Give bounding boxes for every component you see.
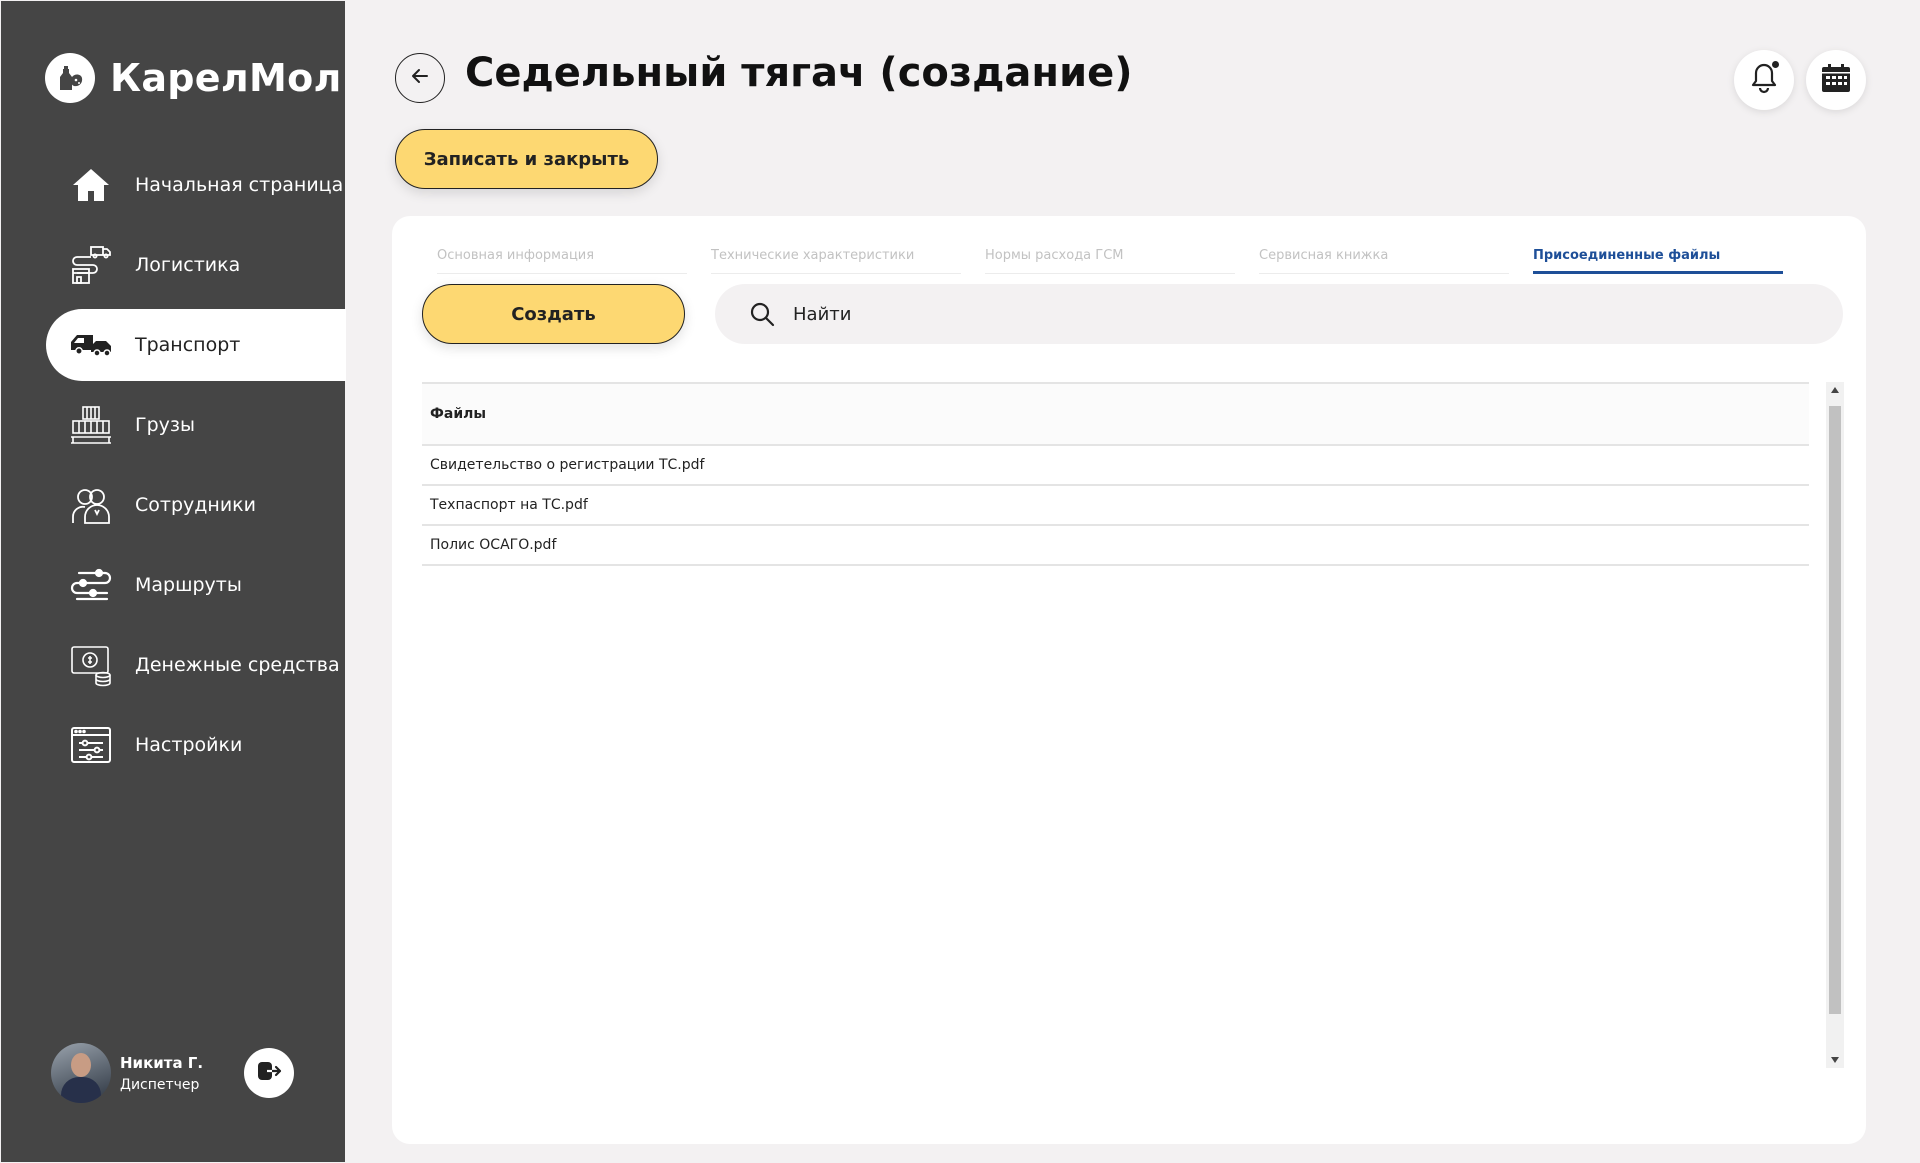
logout-icon (256, 1058, 282, 1088)
sidebar-item-label: Логистика (135, 254, 241, 276)
scroll-down-arrow-icon[interactable] (1826, 1052, 1844, 1068)
notification-dot (1772, 61, 1779, 68)
sidebar-item-label: Маршруты (135, 574, 242, 596)
vertical-scrollbar[interactable] (1826, 382, 1844, 1068)
sidebar-item-money[interactable]: Денежные средства (46, 629, 346, 701)
sidebar-item-label: Настройки (135, 734, 243, 756)
cargo-icon (68, 402, 114, 448)
table-row[interactable]: Свидетельство о регистрации ТС.pdf (422, 446, 1809, 486)
calendar-icon (1820, 62, 1852, 98)
back-button[interactable] (395, 53, 445, 103)
avatar (51, 1043, 111, 1103)
table-row[interactable]: Полис ОСАГО.pdf (422, 526, 1809, 566)
sidebar-item-label: Денежные средства (135, 654, 340, 676)
save-and-close-button[interactable]: Записать и закрыть (395, 129, 658, 189)
notifications-button[interactable] (1734, 50, 1794, 110)
table-row[interactable]: Техпаспорт на ТС.pdf (422, 486, 1809, 526)
sidebar-item-label: Начальная страница (135, 174, 344, 196)
search-input[interactable] (793, 303, 1693, 325)
sidebar-item-label: Сотрудники (135, 494, 256, 516)
tab-service-book[interactable]: Сервисная книжка (1259, 232, 1509, 274)
table-header-files[interactable]: Файлы (422, 382, 1809, 446)
scroll-up-arrow-icon[interactable] (1826, 382, 1844, 398)
sidebar-item-employees[interactable]: Сотрудники (46, 469, 346, 541)
transport-icon (68, 322, 114, 368)
sidebar-item-logistics[interactable]: Логистика (46, 229, 346, 301)
sidebar-item-routes[interactable]: Маршруты (46, 549, 346, 621)
sidebar-item-cargo[interactable]: Грузы (46, 389, 346, 461)
user-role: Диспетчер (120, 1076, 200, 1093)
search-bar (715, 284, 1843, 344)
sidebar-item-settings[interactable]: Настройки (46, 709, 346, 781)
sidebar-item-label: Транспорт (135, 334, 241, 356)
logistics-icon (68, 242, 114, 288)
calendar-button[interactable] (1806, 50, 1866, 110)
tab-main-info[interactable]: Основная информация (437, 232, 687, 274)
employees-icon (68, 482, 114, 528)
logout-button[interactable] (244, 1048, 294, 1098)
tab-fuel-norms[interactable]: Нормы расхода ГСМ (985, 232, 1235, 274)
content-card: Основная информация Технические характер… (392, 216, 1866, 1144)
tabs: Основная информация Технические характер… (437, 232, 1837, 274)
tab-attached-files[interactable]: Присоединенные файлы (1533, 232, 1783, 274)
home-icon (68, 162, 114, 208)
money-icon (68, 642, 114, 688)
brand-logo[interactable]: КарелМол (45, 53, 342, 103)
routes-icon (68, 562, 114, 608)
arrow-left-icon (409, 65, 431, 91)
create-button[interactable]: Создать (422, 284, 685, 344)
brand-name: КарелМол (110, 56, 342, 100)
user-profile[interactable]: Никита Г. Диспетчер (51, 1043, 203, 1103)
page-title: Седельный тягач (создание) (465, 50, 1133, 96)
user-info: Никита Г. Диспетчер (120, 1054, 203, 1093)
search-icon[interactable] (749, 300, 777, 328)
sidebar-item-label: Грузы (135, 414, 195, 436)
sidebar-item-home[interactable]: Начальная страница (46, 149, 346, 221)
tab-technical-specs[interactable]: Технические характеристики (711, 232, 961, 274)
milk-bottle-logo-icon (45, 53, 95, 103)
user-name: Никита Г. (120, 1053, 204, 1072)
scroll-thumb[interactable] (1829, 406, 1841, 1014)
sidebar-item-transport[interactable]: Транспорт (46, 309, 346, 381)
settings-icon (68, 722, 114, 768)
sidebar: КарелМол Начальная страница Логистика Тр… (1, 1, 346, 1162)
files-table: Файлы Свидетельство о регистрации ТС.pdf… (422, 382, 1809, 566)
